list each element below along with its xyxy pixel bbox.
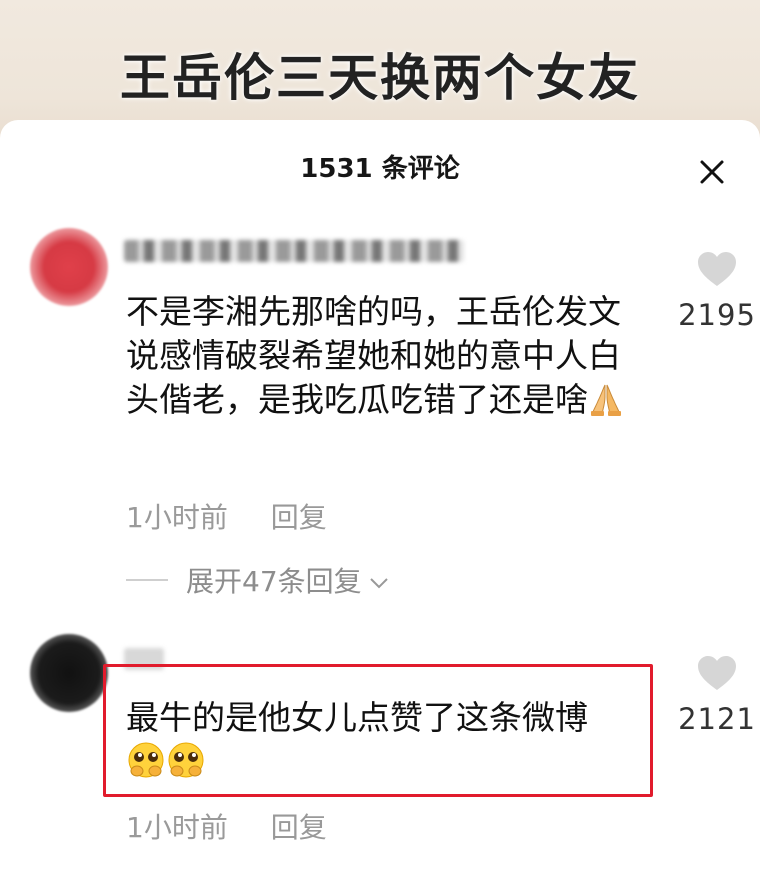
pleading-face-emoji (166, 740, 206, 791)
comments-count-header: 1531 条评论 (300, 154, 460, 184)
close-button[interactable] (692, 152, 732, 192)
like-button[interactable]: 2195 (677, 250, 757, 332)
username-blurred[interactable] (124, 240, 464, 262)
avatar[interactable] (30, 634, 108, 712)
comment-time: 1小时前 (126, 811, 228, 844)
folded-hands-emoji (588, 381, 624, 428)
avatar[interactable] (30, 228, 108, 306)
comment-text: 最牛的是他女儿点赞了这条微博 (126, 696, 651, 791)
divider (126, 579, 168, 581)
pleading-face-emoji (126, 740, 166, 791)
video-title: 王岳伦三天换两个女友 (120, 49, 640, 107)
comment-text: 不是李湘先那啥的吗，王岳伦发文说感情破裂希望她和她的意中人白头偕老，是我吃瓜吃错… (126, 290, 651, 428)
expand-replies-button[interactable]: 展开47条回复 (126, 560, 390, 600)
comment-time: 1小时前 (126, 501, 228, 534)
heart-icon (698, 252, 736, 286)
reply-button[interactable]: 回复 (271, 811, 327, 844)
username-blurred[interactable] (124, 648, 164, 670)
reply-button[interactable]: 回复 (271, 501, 327, 534)
like-button[interactable]: 2121 (677, 654, 757, 736)
comment-meta: 1小时前 回复 (126, 496, 327, 536)
comment-meta: 1小时前 回复 (126, 806, 327, 846)
like-count: 2195 (678, 298, 756, 332)
close-icon (700, 160, 724, 184)
like-count: 2121 (678, 702, 756, 736)
heart-icon (698, 656, 736, 690)
expand-replies-label: 展开47条回复 (186, 565, 362, 598)
chevron-down-icon (368, 564, 390, 597)
